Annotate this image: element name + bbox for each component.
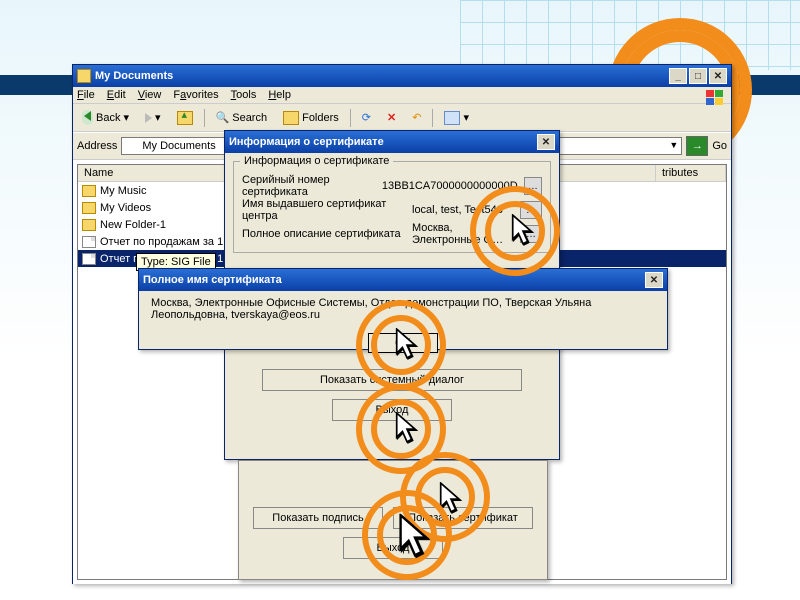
more-fulldesc-button[interactable]: … (520, 225, 542, 243)
views-icon (444, 111, 460, 125)
button-label: Выход (376, 404, 409, 416)
serial-label: Серийный номер сертификата (242, 174, 376, 198)
list-item-label: New Folder-1 (100, 219, 166, 231)
exit2-button[interactable]: Выход (343, 537, 443, 559)
serial-value: 13BB1CA7000000000000D (382, 180, 518, 192)
cert-groupbox: Информация о сертификате Серийный номер … (233, 161, 551, 253)
explorer-titlebar[interactable]: My Documents _ □ ✕ (73, 65, 731, 87)
fulldesc-value: Москва, Электронные О… (412, 222, 514, 246)
more-issuer-button[interactable]: … (520, 201, 542, 219)
cert-fullname-dialog: Полное имя сертификата ✕ Москва, Электро… (138, 268, 668, 350)
go-label: Go (712, 140, 727, 152)
arrow-right-icon (145, 113, 152, 123)
explorer-title: My Documents (95, 70, 173, 82)
up-button[interactable]: ▴ (172, 108, 198, 128)
forward-button[interactable]: ▾ (140, 108, 166, 127)
show-signature-button[interactable]: Показать подпись (253, 507, 383, 529)
search-icon: 🔍 (216, 111, 230, 124)
group-legend: Информация о сертификате (240, 155, 393, 167)
button-label: Показать подпись (272, 512, 363, 524)
close-button[interactable]: ✕ (709, 68, 727, 84)
folder-up-icon: ▴ (177, 111, 193, 125)
folder-icon (82, 219, 96, 231)
search-button[interactable]: 🔍Search (211, 108, 273, 127)
go-button[interactable]: → (686, 136, 708, 156)
folder-icon (82, 202, 96, 214)
ok-button[interactable]: OK (368, 333, 438, 353)
dialog-title: Полное имя сертификата (143, 274, 282, 286)
signature-panel: Показать подпись Показать сертификат Вых… (238, 460, 548, 580)
folder-icon (82, 185, 96, 197)
maximize-button[interactable]: □ (689, 68, 707, 84)
cert-fullname-text: Москва, Электронные Офисные Системы, Отд… (139, 291, 667, 321)
windows-logo-icon (705, 89, 725, 107)
menu-help[interactable]: Help (268, 89, 291, 101)
fulldesc-label: Полное описание сертификата (242, 228, 406, 240)
list-item-label: My Videos (100, 202, 151, 214)
minimize-button[interactable]: _ (669, 68, 687, 84)
button-label: Показать системный диалог (320, 374, 464, 386)
menu-file[interactable]: File (77, 89, 95, 101)
show-certificate-button[interactable]: Показать сертификат (393, 507, 533, 529)
document-icon (82, 253, 96, 265)
list-item-label: My Music (100, 185, 146, 197)
dialog-title: Информация о сертификате (229, 136, 384, 148)
explorer-menubar: File Edit View Favorites Tools Help (73, 87, 731, 104)
issuer-value: local, test, Test543 (412, 204, 514, 216)
more-serial-button[interactable]: … (524, 177, 542, 195)
cert-info-titlebar[interactable]: Информация о сертификате ✕ (225, 131, 559, 153)
menu-favorites[interactable]: Favorites (173, 89, 218, 101)
undo-icon: ↶ (412, 111, 421, 124)
sync-button[interactable]: ⟳ (357, 108, 376, 127)
issuer-label: Имя выдавшего сертификат центра (242, 198, 406, 222)
explorer-toolbar: Back ▾ ▾ ▴ 🔍Search Folders ⟳ ✕ ↶ ▾ (73, 104, 731, 132)
dropdown-icon[interactable]: ▼ (669, 140, 678, 150)
column-attributes[interactable]: tributes (656, 165, 726, 181)
close-button[interactable]: ✕ (645, 272, 663, 288)
views-button[interactable]: ▾ (439, 108, 474, 128)
button-label: OK (395, 337, 411, 349)
menu-tools[interactable]: Tools (231, 89, 257, 101)
tooltip-text: Type: SIG File (141, 256, 211, 268)
cancel-button[interactable]: ✕ (382, 108, 401, 127)
cancel-icon: ✕ (387, 111, 396, 124)
back-button[interactable]: Back ▾ (77, 107, 134, 128)
cert-fullname-titlebar[interactable]: Полное имя сертификата ✕ (139, 269, 667, 291)
address-label: Address (77, 140, 117, 152)
close-button[interactable]: ✕ (537, 134, 555, 150)
exit-button[interactable]: Выход (332, 399, 452, 421)
folder-icon (124, 140, 136, 150)
show-system-dialog-button[interactable]: Показать системный диалог (262, 369, 522, 391)
folder-icon (77, 69, 91, 83)
arrow-left-icon (84, 111, 91, 121)
document-icon (82, 236, 96, 248)
folders-button[interactable]: Folders (278, 108, 344, 128)
undo-button[interactable]: ↶ (407, 108, 426, 127)
sync-icon: ⟳ (362, 111, 371, 124)
button-label: Показать сертификат (408, 512, 518, 524)
button-label: Выход (377, 542, 410, 554)
folders-icon (283, 111, 299, 125)
menu-edit[interactable]: Edit (107, 89, 126, 101)
menu-view[interactable]: View (138, 89, 162, 101)
